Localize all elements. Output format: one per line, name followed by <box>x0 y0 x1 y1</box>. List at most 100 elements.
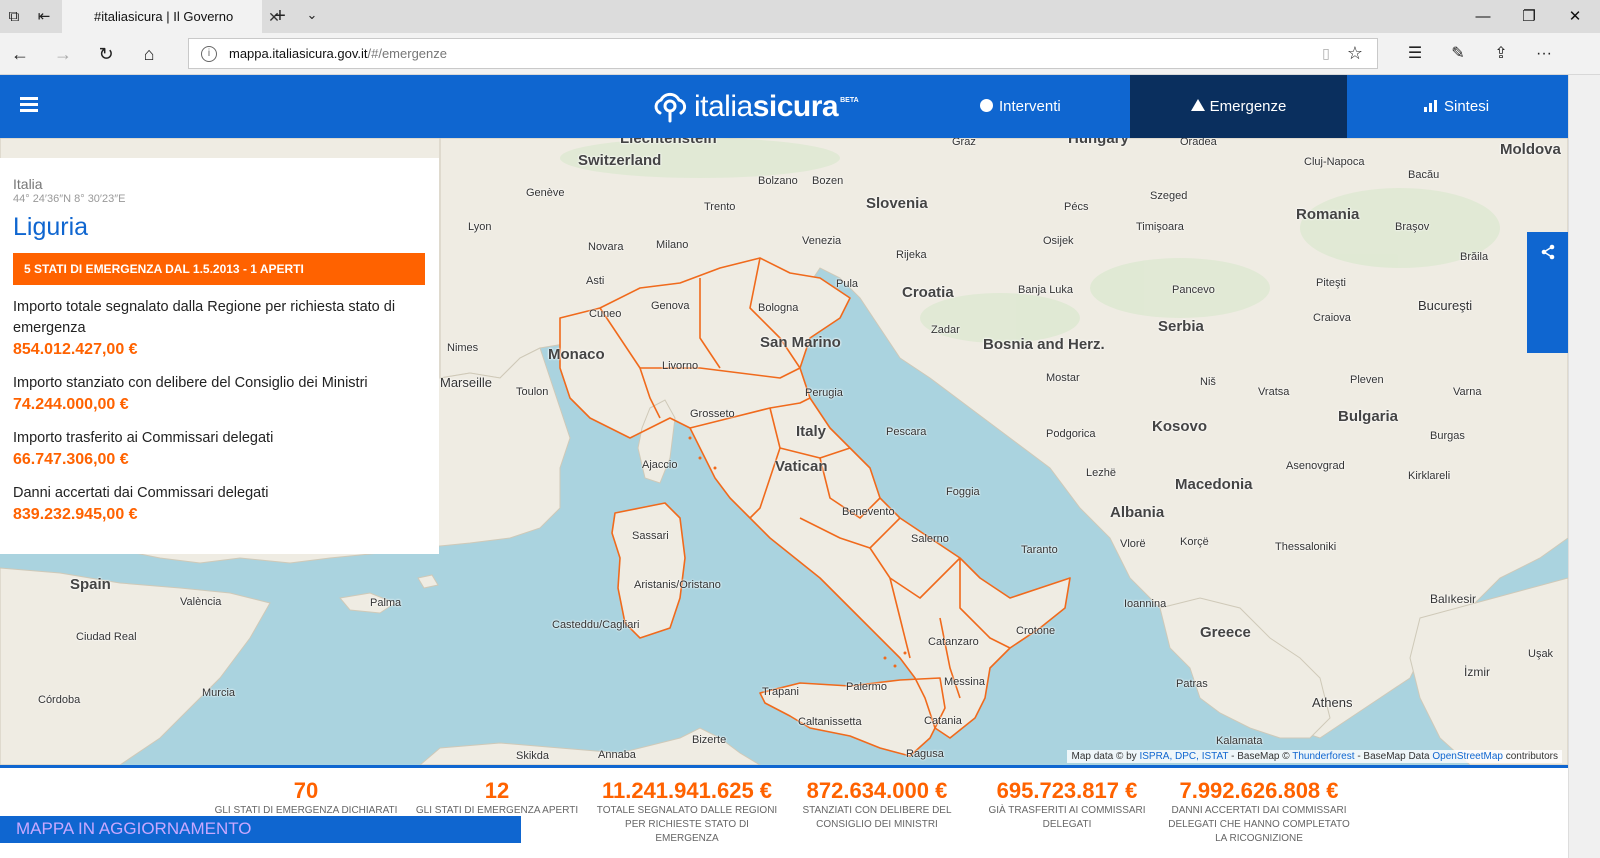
label-caltanissetta: Caltanissetta <box>798 716 862 728</box>
nav-sintesi[interactable]: Sintesi <box>1424 75 1544 138</box>
bar-chart-icon <box>1424 100 1438 112</box>
tab-groups-icon[interactable]: ⧉ <box>4 7 24 27</box>
stat-value: 11.241.941.625 € <box>601 778 773 803</box>
label-ioannina: Ioannina <box>1124 598 1167 610</box>
stat-value: 872.634.000 € <box>806 778 948 803</box>
nav-interventi-label: Interventi <box>999 98 1061 115</box>
site-logo[interactable]: italiasicura BETA <box>652 87 859 127</box>
map-attribution: Map data © by ISPRA, DPC, ISTAT - BaseMa… <box>1067 750 1562 763</box>
label-palermo: Palermo <box>846 681 887 693</box>
region-info-panel: Italia 44° 24′36″N 8° 30′23″E Liguria 5 … <box>0 158 439 554</box>
nav-interventi[interactable]: Interventi <box>980 75 1120 138</box>
share-icon[interactable]: ⇪ <box>1488 42 1514 66</box>
attribution-data-links[interactable]: ISPRA, DPC, ISTAT <box>1139 751 1228 762</box>
panel-row-total-segnalato: Importo totale segnalato dalla Regione p… <box>13 297 426 361</box>
label-grosseto: Grosseto <box>690 408 735 420</box>
stat-trasferiti: 695.723.817 € GIÀ TRASFERITI AI COMMISSA… <box>984 778 1150 832</box>
label-pescara: Pescara <box>886 426 927 438</box>
set-aside-tabs-icon[interactable]: ⇤ <box>34 7 54 27</box>
panel-coords: 44° 24′36″N 8° 30′23″E <box>13 193 126 205</box>
label-catania: Catania <box>924 715 962 727</box>
label-timisoara: Timişoara <box>1136 221 1184 233</box>
close-window-button[interactable]: ✕ <box>1552 0 1598 33</box>
label-graz: Graz <box>952 138 976 148</box>
address-bar[interactable]: i mappa.italiasicura.gov.it/#/emergenze … <box>188 38 1378 69</box>
label-osijek: Osijek <box>1043 235 1074 247</box>
label-kirklareli: Kirklareli <box>1408 470 1451 482</box>
more-menu-icon[interactable]: ··· <box>1531 42 1557 66</box>
browser-tab[interactable]: #italiasicura | Il Governo <box>62 0 262 33</box>
panel-row-value: 839.232.945,00 € <box>13 506 138 523</box>
stat-totale-segnalato: 11.241.941.625 € TOTALE SEGNALATO DALLE … <box>592 778 782 846</box>
attribution-mid: - BaseMap © <box>1231 751 1290 762</box>
refresh-button[interactable]: ↻ <box>93 42 119 66</box>
favorites-hub-icon[interactable]: ☰ <box>1402 42 1428 66</box>
label-marseille: Marseille <box>440 375 493 390</box>
label-rijeka: Rijeka <box>896 249 927 261</box>
minimize-button[interactable]: — <box>1460 0 1506 33</box>
url-path: /#/emergenze <box>367 46 448 61</box>
label-benevento: Benevento <box>842 506 895 518</box>
label-ciudad-real: Ciudad Real <box>76 631 137 643</box>
home-button[interactable]: ⌂ <box>136 42 162 66</box>
label-bozen: Bozen <box>812 175 844 187</box>
url-host: mappa.italiasicura.gov.it <box>229 46 368 61</box>
label-asenovgrad: Asenovgrad <box>1286 460 1345 472</box>
label-sassari: Sassari <box>632 530 669 542</box>
label-bosnia: Bosnia and Herz. <box>983 336 1105 353</box>
forward-button[interactable]: → <box>50 42 76 66</box>
label-murcia: Murcia <box>202 687 236 699</box>
back-button[interactable]: ← <box>7 42 33 66</box>
stat-value: 7.992.626.808 € <box>1179 778 1339 803</box>
label-novara: Novara <box>588 241 624 253</box>
label-ajaccio: Ajaccio <box>642 459 678 471</box>
nav-emergenze[interactable]: Emergenze <box>1130 75 1347 138</box>
label-macedonia: Macedonia <box>1175 476 1253 493</box>
reading-view-icon[interactable]: ▯ <box>1317 45 1335 63</box>
new-tab-button[interactable]: + <box>268 5 292 29</box>
label-nis: Niš <box>1200 376 1216 388</box>
favorite-star-icon[interactable]: ☆ <box>1345 43 1365 63</box>
label-vratsa: Vratsa <box>1258 386 1290 398</box>
label-lyon: Lyon <box>468 221 492 233</box>
label-hungary: Hungary <box>1068 138 1129 147</box>
label-varna: Varna <box>1453 386 1482 398</box>
label-vlore: Vlorë <box>1120 538 1146 550</box>
maximize-button[interactable]: ❐ <box>1506 0 1552 33</box>
logo-wordmark: italiasicura <box>694 90 839 124</box>
url-text[interactable]: mappa.italiasicura.gov.it/#/emergenze <box>229 46 447 61</box>
panel-row-stanziato: Importo stanziato con delibere del Consi… <box>13 373 426 416</box>
label-valencia: València <box>180 596 222 608</box>
tab-list-chevron-icon[interactable]: ⌄ <box>302 7 322 27</box>
triangle-icon <box>1190 99 1205 111</box>
label-bolzano: Bolzano <box>758 175 798 187</box>
label-cluj: Cluj-Napoca <box>1304 156 1365 168</box>
panel-row-label: Danni accertati dai Commissari delegati <box>13 485 269 501</box>
label-balikesir: Balıkesir <box>1430 592 1477 606</box>
label-pecs: Pécs <box>1064 201 1089 213</box>
label-bucuresti: Bucureşti <box>1418 298 1473 313</box>
label-bologna: Bologna <box>758 302 799 314</box>
label-pitesti: Piteşti <box>1316 277 1346 289</box>
label-bulgaria: Bulgaria <box>1338 408 1399 425</box>
attribution-osm-link[interactable]: OpenStreetMap <box>1432 751 1503 762</box>
label-toulon: Toulon <box>516 386 549 398</box>
share-button[interactable] <box>1527 232 1568 353</box>
site-info-icon[interactable]: i <box>201 46 217 62</box>
label-bizerte: Bizerte <box>692 734 727 746</box>
label-monaco: Monaco <box>548 346 605 363</box>
stat-label: DANNI ACCERTATI DAI COMMISSARI DELEGATI … <box>1168 805 1350 844</box>
label-brasov: Braşov <box>1395 221 1430 233</box>
hamburger-menu-icon[interactable] <box>20 97 38 113</box>
attribution-thunderforest-link[interactable]: Thunderforest <box>1292 751 1354 762</box>
page-scrollbar[interactable] <box>1568 75 1600 858</box>
label-szeged: Szeged <box>1150 190 1188 202</box>
label-salerno: Salerno <box>911 533 949 545</box>
label-italy: Italy <box>796 423 827 440</box>
emergency-count-badge[interactable]: 5 STATI DI EMERGENZA DAL 1.5.2013 - 1 AP… <box>13 253 425 285</box>
label-geneve: Genève <box>526 187 565 199</box>
label-spain: Spain <box>70 576 111 593</box>
web-note-icon[interactable]: ✎ <box>1445 42 1471 66</box>
label-izmir: İzmir <box>1464 665 1490 679</box>
panel-row-danni: Danni accertati dai Commissari delegati … <box>13 483 426 526</box>
